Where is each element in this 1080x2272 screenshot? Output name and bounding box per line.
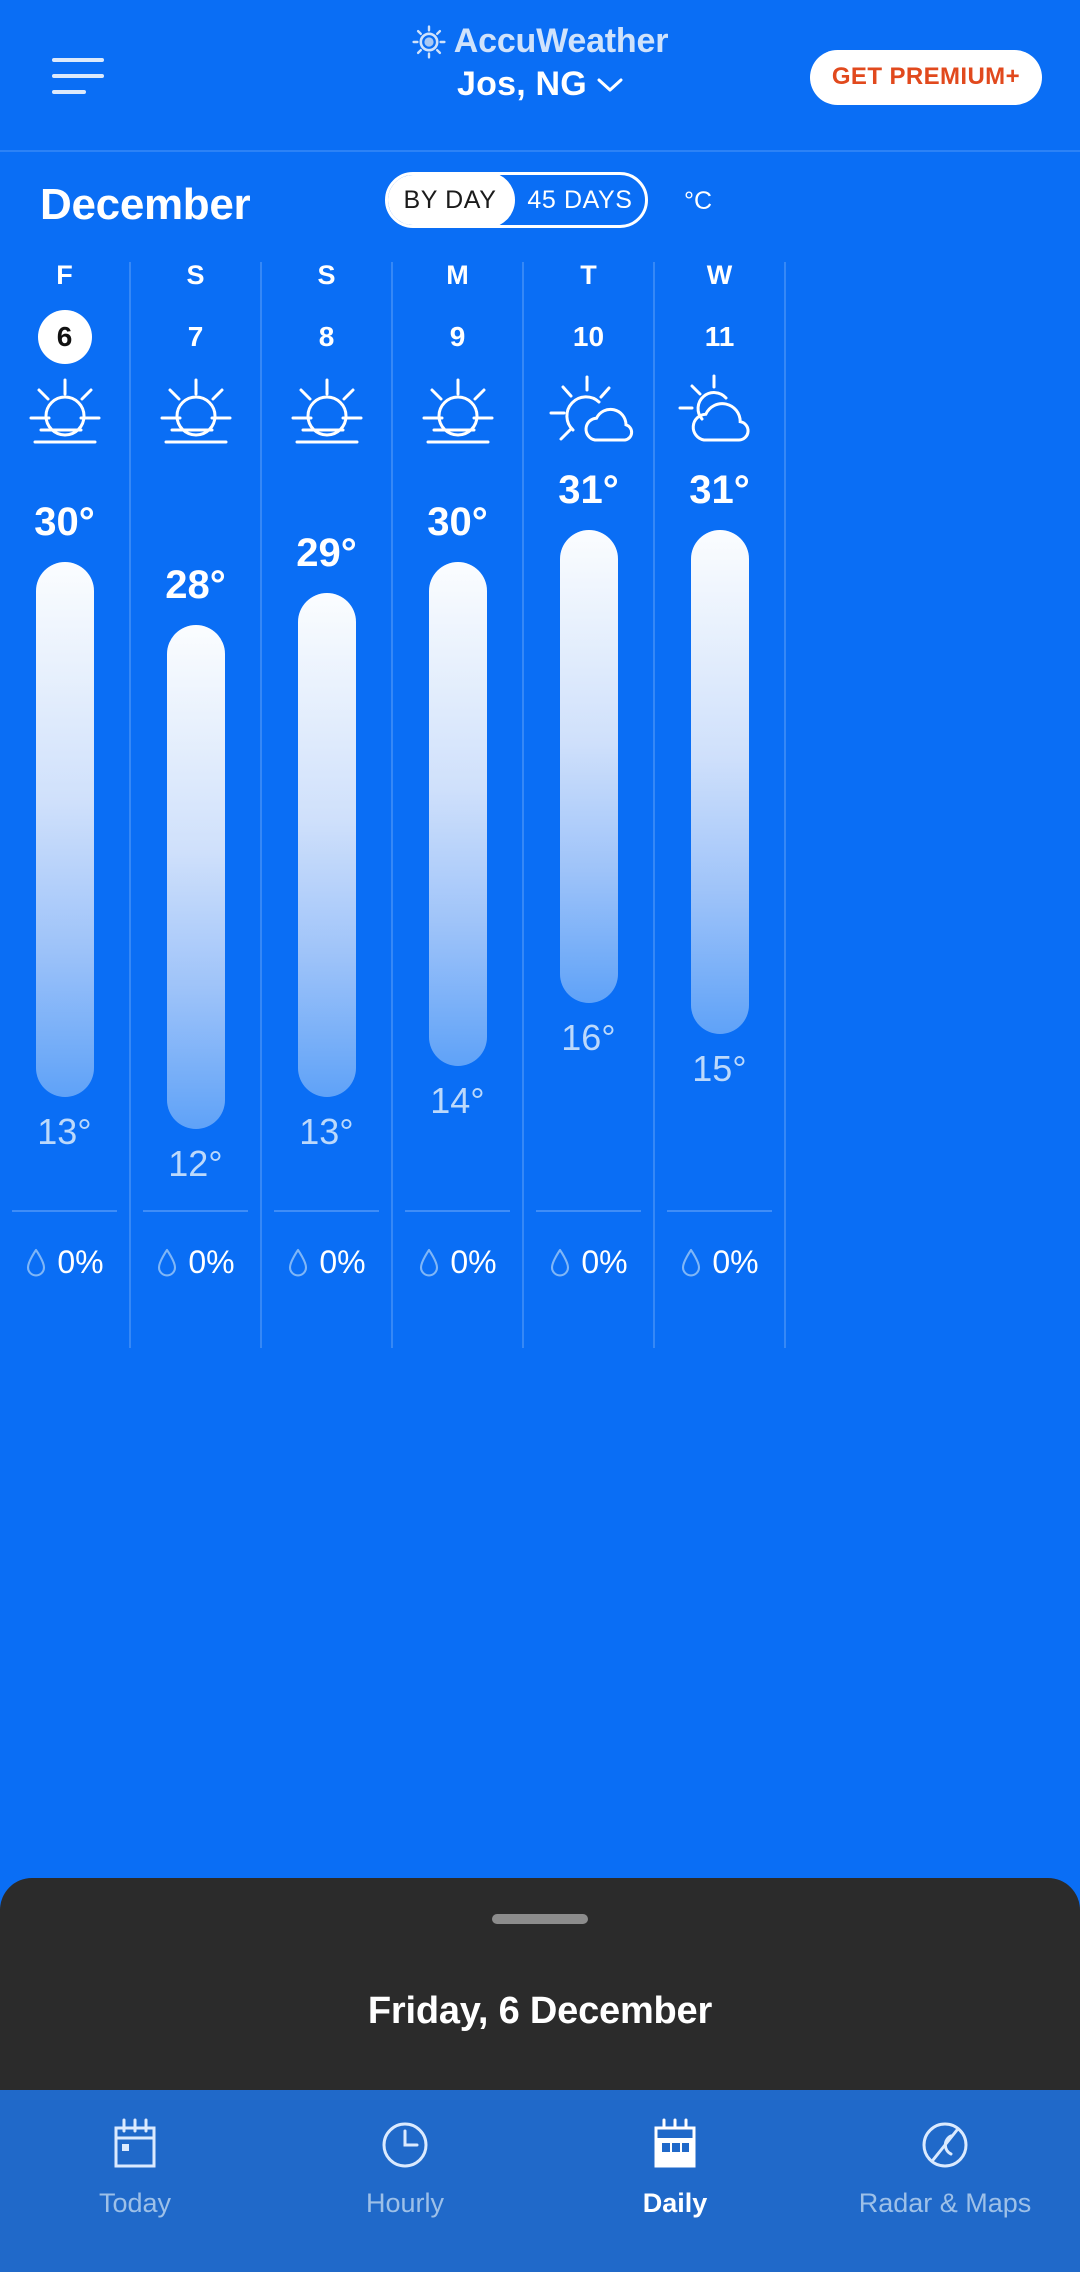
day-of-week-label: T [580,260,597,290]
brand-row: AccuWeather [412,22,668,61]
hazy-sunshine-icon [281,372,373,450]
day-of-week-label: S [186,260,205,290]
precipitation-value: 0% [581,1244,628,1280]
accuweather-sun-icon [412,24,446,59]
water-drop-icon [156,1248,178,1278]
day-number[interactable]: 10 [562,310,616,364]
chevron-down-icon [597,77,623,93]
day-of-week-label: S [317,260,336,290]
precipitation-block: 0% [0,1244,129,1281]
day-column[interactable]: T 10 31° 16° 0% [524,260,655,1348]
toggle-option-by-day[interactable]: BY DAY [388,175,515,225]
temperature-range-bar[interactable] [428,561,487,1066]
calendar-today-icon [107,2116,163,2174]
column-divider [274,1210,379,1212]
day-of-week-label: F [56,260,73,290]
hazy-sunshine-icon [150,372,242,450]
high-temp-label: 30° [427,499,488,544]
water-drop-icon [25,1248,47,1278]
day-column[interactable]: F 6 30° 13° 0% [0,260,131,1348]
day-of-week-label: W [706,260,733,290]
nav-item-label: Today [98,2188,172,2218]
day-number[interactable]: 8 [300,310,354,364]
water-drop-icon [549,1248,571,1278]
high-temp-label: 29° [296,531,357,576]
column-divider [667,1210,772,1212]
low-temp-label: 14° [430,1079,485,1121]
detail-bottom-sheet[interactable]: Friday, 6 December [0,1878,1080,2090]
bottom-navigation: Today Hourly Daily Radar & Maps [0,2090,1080,2272]
day-number[interactable]: 11 [693,310,747,364]
water-drop-icon [418,1248,440,1278]
high-temp-label: 30° [34,499,95,544]
low-temp-label: 13° [299,1111,354,1153]
low-temp-label: 15° [692,1048,747,1090]
precipitation-block: 0% [131,1244,260,1281]
location-name: Jos, NG [457,65,587,103]
brand-name: AccuWeather [453,22,669,60]
selected-day-title: Friday, 6 December [367,1990,713,2032]
mostly-cloudy-icon [674,372,766,450]
low-temp-label: 16° [561,1016,616,1058]
column-divider [143,1210,248,1212]
nav-item-hourly[interactable]: Hourly [270,2090,540,2219]
hazy-sunshine-icon [412,372,504,450]
toggle-option-45-days[interactable]: 45 DAYS [515,175,645,225]
precipitation-block: 0% [655,1244,784,1281]
clock-icon [377,2116,433,2174]
column-divider [12,1210,117,1212]
month-label: December [40,180,251,229]
temperature-range-bar[interactable] [166,624,225,1129]
location-selector[interactable]: Jos, NG [457,65,623,104]
precipitation-block: 0% [393,1244,522,1281]
nav-item-label: Daily [642,2188,708,2218]
column-divider [536,1210,641,1212]
app-header: AccuWeather Jos, NG GET PREMIUM+ [0,0,1080,152]
nav-item-today[interactable]: Today [0,2090,270,2219]
precipitation-block: 0% [262,1244,391,1281]
precipitation-value: 0% [450,1244,497,1280]
hazy-sunshine-icon [19,372,111,450]
drag-handle[interactable] [492,1914,588,1924]
precipitation-value: 0% [188,1244,235,1280]
get-premium-button[interactable]: GET PREMIUM+ [809,50,1042,105]
nav-item-label: Radar & Maps [858,2188,1032,2218]
day-column[interactable]: W 11 31° 15° 0% [655,260,786,1348]
day-column[interactable]: M 9 30° 14° 0% [393,260,524,1348]
temperature-range-bar[interactable] [690,530,749,1035]
day-number[interactable]: 6 [37,310,92,364]
daily-forecast-grid: F 6 30° 13° 0% S 7 28° 12° 0% S 8 29° 13… [0,260,1080,1348]
high-temp-label: 31° [689,468,750,513]
column-divider [405,1210,510,1212]
temperature-range-bar[interactable] [297,593,356,1098]
calendar-daily-icon [647,2116,703,2174]
view-mode-toggle[interactable]: BY DAY 45 DAYS [385,172,648,228]
low-temp-label: 12° [168,1142,223,1184]
precipitation-value: 0% [712,1244,759,1280]
temperature-range-bar[interactable] [35,561,94,1098]
partly-sunny-icon [543,372,635,450]
temperature-unit-toggle[interactable]: °C [684,187,712,216]
precipitation-block: 0% [524,1244,653,1281]
water-drop-icon [680,1248,702,1278]
day-column[interactable]: S 8 29° 13° 0% [262,260,393,1348]
nav-item-label: Hourly [365,2188,445,2218]
nav-item-radar-maps[interactable]: Radar & Maps [810,2090,1080,2219]
nav-item-daily[interactable]: Daily [540,2090,810,2219]
day-number[interactable]: 9 [431,310,485,364]
precipitation-value: 0% [57,1244,104,1280]
high-temp-label: 28° [165,562,226,607]
accuweather-daily-screen: AccuWeather Jos, NG GET PREMIUM+ Decembe… [0,0,1080,2272]
day-column[interactable]: S 7 28° 12° 0% [131,260,262,1348]
radar-icon [917,2116,973,2174]
high-temp-label: 31° [558,468,619,513]
day-number[interactable]: 7 [169,310,223,364]
water-drop-icon [287,1248,309,1278]
day-of-week-label: M [446,260,469,290]
subheader-bar: December BY DAY 45 DAYS °C [0,152,1080,262]
precipitation-value: 0% [319,1244,366,1280]
low-temp-label: 13° [37,1111,92,1153]
temperature-range-bar[interactable] [559,530,618,1003]
